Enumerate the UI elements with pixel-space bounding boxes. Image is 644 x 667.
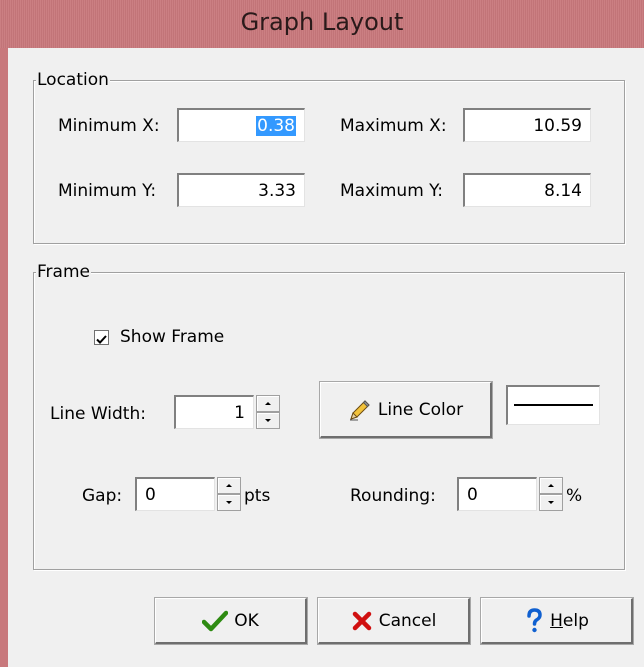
rounding-unit: % [566, 486, 583, 506]
gap-label: Gap: [82, 486, 123, 506]
title-bar[interactable]: Graph Layout [0, 0, 644, 48]
maximum-y-input[interactable]: 8.14 [463, 173, 591, 207]
show-frame-label[interactable]: Show Frame [120, 327, 224, 347]
ok-label: OK [234, 610, 259, 631]
gap-input[interactable]: 0 [135, 477, 215, 511]
rounding-label: Rounding: [350, 486, 436, 506]
line-width-spinner[interactable] [256, 395, 280, 429]
checkmark-icon [202, 610, 229, 631]
line-color-sample [514, 404, 593, 406]
rounding-down-arrow-icon[interactable] [539, 494, 563, 511]
gap-up-arrow-icon[interactable] [217, 477, 241, 494]
rounding-spinner[interactable] [539, 477, 563, 511]
x-icon [352, 611, 371, 630]
location-group: Location [33, 70, 625, 244]
gap-unit: pts [244, 486, 271, 506]
graph-layout-dialog: Graph Layout Location Minimum X: 0.38 Ma… [0, 0, 644, 667]
minimum-x-input[interactable]: 0.38 [177, 108, 305, 142]
help-label-rest: elp [562, 610, 589, 631]
gap-spinner[interactable] [217, 477, 241, 511]
line-color-button[interactable]: Line Color [319, 381, 493, 439]
minimum-x-value: 0.38 [256, 116, 296, 136]
maximum-x-label: Maximum X: [340, 116, 447, 136]
maximum-x-input[interactable]: 10.59 [463, 108, 591, 142]
maximum-y-label: Maximum Y: [340, 181, 444, 201]
minimum-y-input[interactable]: 3.33 [177, 173, 305, 207]
checkmark-glyph [96, 335, 107, 344]
line-color-label: Line Color [377, 399, 464, 420]
gap-down-arrow-icon[interactable] [217, 494, 241, 511]
help-mnemonic: H [550, 610, 563, 631]
cancel-button[interactable]: Cancel [317, 597, 471, 645]
dialog-body: Location Minimum X: 0.38 Maximum X: 10.5… [8, 48, 644, 667]
minimum-y-label: Minimum Y: [58, 181, 157, 201]
question-mark-icon [527, 607, 542, 632]
show-frame-checkbox[interactable] [94, 330, 109, 345]
window-title: Graph Layout [240, 8, 404, 36]
line-width-up-arrow-icon[interactable] [256, 395, 280, 412]
line-width-input[interactable]: 1 [174, 395, 254, 429]
help-label: Help [550, 611, 589, 631]
line-color-swatch[interactable] [506, 385, 600, 425]
rounding-input[interactable]: 0 [457, 477, 537, 511]
line-width-label: Line Width: [50, 404, 146, 424]
help-button[interactable]: Help [480, 597, 634, 645]
location-legend: Location [36, 70, 110, 90]
frame-legend: Frame [36, 262, 91, 282]
rounding-up-arrow-icon[interactable] [539, 477, 563, 494]
minimum-x-label: Minimum X: [58, 116, 160, 136]
pencil-icon [349, 399, 370, 420]
ok-button[interactable]: OK [154, 597, 308, 645]
cancel-label: Cancel [378, 610, 437, 631]
line-width-down-arrow-icon[interactable] [256, 412, 280, 429]
